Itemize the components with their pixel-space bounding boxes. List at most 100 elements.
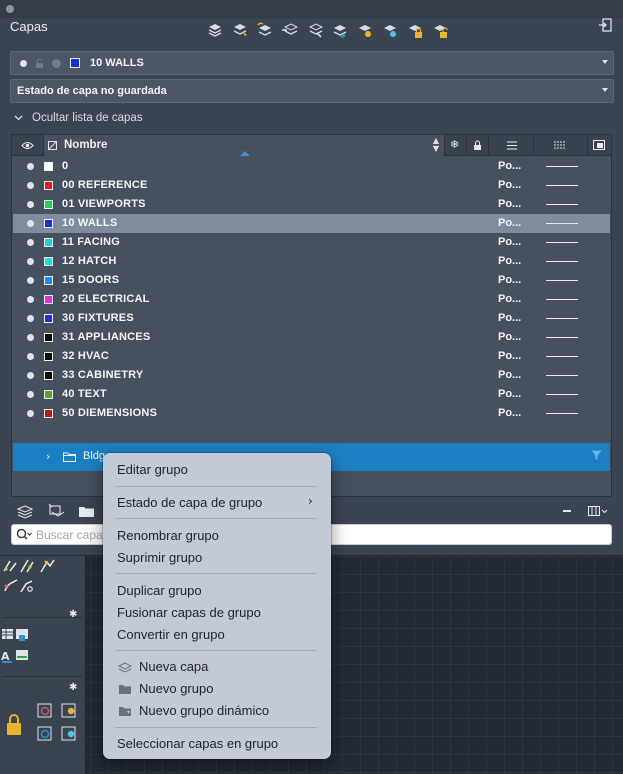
layer-visibility-toggle[interactable] (27, 315, 34, 322)
menu-item-merge-group-layers[interactable]: Fusionar capas de grupo (117, 604, 261, 622)
layer-color-swatch[interactable] (44, 314, 53, 323)
layer-linetype[interactable] (546, 261, 578, 262)
new-group-folder-icon[interactable] (78, 503, 96, 519)
filter-icon[interactable] (591, 450, 602, 461)
layer-color-swatch[interactable] (44, 276, 53, 285)
make-current-layer-icon[interactable] (231, 21, 249, 39)
layer-visibility-toggle[interactable] (27, 410, 34, 417)
menu-item-new-dynamic-group[interactable]: Nuevo grupo dinámico (139, 702, 269, 720)
layer-plot-style[interactable]: Po... (498, 160, 521, 172)
column-plot-style[interactable] (489, 135, 534, 156)
layer-row[interactable]: 01 VIEWPORTS Po... (13, 195, 610, 214)
layer-color-swatch[interactable] (44, 257, 53, 266)
layer-isolate-icon[interactable] (281, 21, 299, 39)
palette-titlebar[interactable] (0, 0, 623, 18)
menu-item-group-layer-state[interactable]: Estado de capa de grupo (117, 494, 262, 512)
window-close-dot[interactable] (6, 5, 14, 13)
layer-visibility-toggle[interactable] (27, 334, 34, 341)
layer-color-swatch[interactable] (44, 371, 53, 380)
layer-plot-style[interactable]: Po... (498, 217, 521, 229)
layer-plot-style[interactable]: Po... (498, 293, 521, 305)
layer-visibility-toggle[interactable] (27, 163, 34, 170)
layer-row[interactable]: 30 FIXTURES Po... (13, 309, 610, 328)
lock-icon[interactable] (4, 714, 24, 736)
layer-plot-style[interactable]: Po... (498, 198, 521, 210)
column-chooser[interactable] (588, 135, 611, 156)
block-edit-icon[interactable] (36, 725, 54, 743)
layer-plot-style[interactable]: Po... (498, 331, 521, 343)
layer-on-icon[interactable] (381, 21, 399, 39)
chamfer-tool-icon[interactable] (18, 577, 36, 595)
layer-freeze-icon[interactable]: ❄ (331, 21, 349, 39)
layer-unlock-icon[interactable] (431, 21, 449, 39)
delete-layer-button[interactable] (563, 510, 571, 512)
column-freeze[interactable]: ❄ (445, 135, 467, 156)
menu-item-new-layer[interactable]: Nueva capa (139, 658, 208, 676)
layer-visibility-toggle[interactable] (27, 277, 34, 284)
column-settings-icon[interactable] (588, 505, 608, 517)
dimension-style-icon[interactable] (14, 647, 32, 665)
layer-color-swatch[interactable] (44, 181, 53, 190)
layer-linetype[interactable] (546, 356, 578, 357)
layer-visibility-toggle[interactable] (27, 239, 34, 246)
layer-linetype[interactable] (546, 299, 578, 300)
layer-row[interactable]: 10 WALLS Po... (13, 214, 610, 233)
new-layer-vp-frozen-icon[interactable] (47, 503, 65, 519)
layer-row[interactable]: 31 APPLIANCES Po... (13, 328, 610, 347)
layer-plot-style[interactable]: Po... (498, 255, 521, 267)
menu-item-convert-to-group[interactable]: Convertir en grupo (117, 626, 225, 644)
layer-visibility-toggle[interactable] (27, 296, 34, 303)
layer-plot-style[interactable]: Po... (498, 274, 521, 286)
layer-row[interactable]: 12 HATCH Po... (13, 252, 610, 271)
layer-off-icon[interactable] (356, 21, 374, 39)
layer-visibility-toggle[interactable] (27, 220, 34, 227)
layer-linetype[interactable] (546, 204, 578, 205)
layer-row[interactable]: 40 TEXT Po... (13, 385, 610, 404)
sort-icon[interactable]: ▲ ▼ (433, 137, 439, 153)
layer-color-swatch[interactable] (44, 219, 53, 228)
layer-previous-icon[interactable] (256, 21, 274, 39)
layer-row[interactable]: 11 FACING Po... (13, 233, 610, 252)
column-lock[interactable] (467, 135, 489, 156)
block-insert-icon[interactable] (36, 702, 54, 720)
layer-plot-style[interactable]: Po... (498, 350, 521, 362)
chevron-right-icon[interactable]: › (46, 450, 50, 463)
layer-visibility-toggle[interactable] (27, 258, 34, 265)
menu-item-duplicate-group[interactable]: Duplicar grupo (117, 582, 202, 600)
column-visibility[interactable] (12, 135, 44, 156)
layer-linetype[interactable] (546, 394, 578, 395)
layer-visibility-toggle[interactable] (27, 353, 34, 360)
column-linetype[interactable] (534, 135, 588, 156)
layer-color-swatch[interactable] (44, 352, 53, 361)
light-bulb-icon[interactable] (60, 702, 78, 720)
layer-color-swatch[interactable] (44, 409, 53, 418)
field-tool-icon[interactable] (14, 626, 32, 644)
layer-row[interactable]: 00 REFERENCE Po... (13, 176, 610, 195)
layer-row[interactable]: 0 Po... (13, 157, 610, 176)
layer-color-swatch[interactable] (44, 162, 53, 171)
layer-color-swatch[interactable] (44, 200, 53, 209)
layer-plot-style[interactable]: Po... (498, 407, 521, 419)
layer-visibility-toggle[interactable] (27, 372, 34, 379)
layer-row[interactable]: 15 DOORS Po... (13, 271, 610, 290)
light-bulb-blue-icon[interactable] (60, 725, 78, 743)
layer-plot-style[interactable]: Po... (498, 369, 521, 381)
layer-plot-style[interactable]: Po... (498, 236, 521, 248)
layer-plot-style[interactable]: Po... (498, 388, 521, 400)
layer-color-swatch[interactable] (44, 295, 53, 304)
layer-lock-icon[interactable] (406, 21, 424, 39)
panel-settings-icon[interactable]: ✱ (69, 609, 77, 620)
layer-color-swatch[interactable] (44, 238, 53, 247)
layer-visibility-toggle[interactable] (27, 201, 34, 208)
layer-row[interactable]: 32 HVAC Po... (13, 347, 610, 366)
layer-linetype[interactable] (546, 375, 578, 376)
menu-item-new-group[interactable]: Nuevo grupo (139, 680, 213, 698)
menu-item-edit-group[interactable]: Editar grupo (117, 461, 188, 479)
layer-row[interactable]: 33 CABINETRY Po... (13, 366, 610, 385)
layer-visibility-toggle[interactable] (27, 182, 34, 189)
menu-item-rename-group[interactable]: Renombrar grupo (117, 527, 219, 545)
menu-item-select-layers-in-group[interactable]: Seleccionar capas en grupo (117, 735, 278, 753)
layer-linetype[interactable] (546, 318, 578, 319)
panel-settings-icon[interactable]: ✱ (69, 682, 77, 693)
layer-linetype[interactable] (546, 223, 578, 224)
